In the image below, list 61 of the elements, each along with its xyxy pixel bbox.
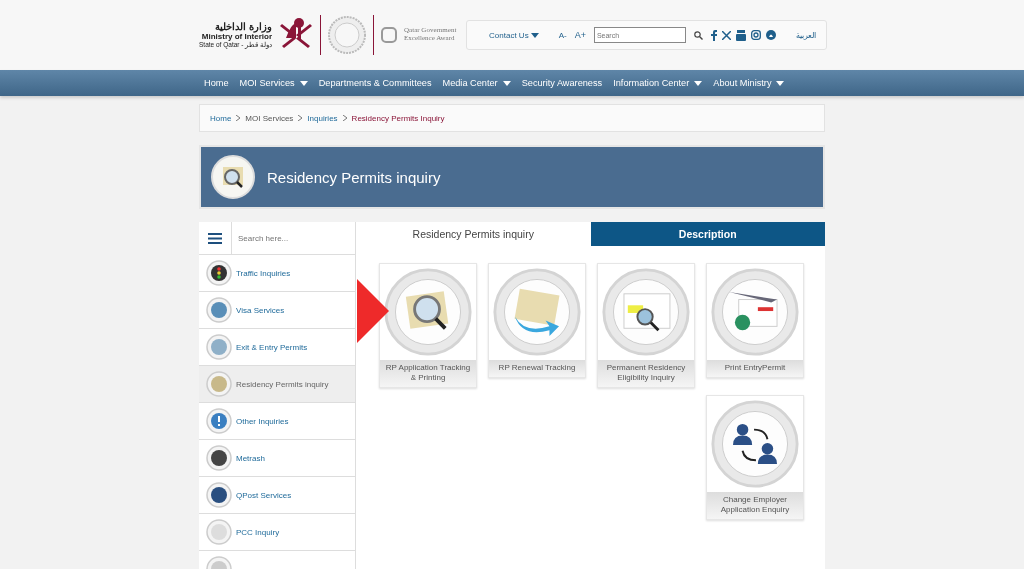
nav-link[interactable]: Information Center [613,78,703,88]
permit-plane-icon [710,267,800,357]
contact-link[interactable]: Contact Us [489,30,539,40]
font-decrease-button[interactable]: A- [558,30,567,40]
service-tile[interactable]: Print EntryPermit [706,263,804,378]
sidebar-item-label: Visa Services [236,305,285,315]
sidebar-item-label: QPost Services [236,490,292,500]
service-tile[interactable]: Change Employer Application Enquiry [706,395,804,520]
sidebar-item[interactable]: QPost Services [199,477,355,514]
sidebar-item[interactable]: Traffic Inquiries [199,255,355,292]
award-badge-icon [327,15,368,55]
nav-link[interactable]: Media Center [442,78,511,88]
sidebar-item-label: Exit & Entry Permits [236,342,308,352]
sidebar-item-label: Metrash [236,453,265,463]
nav-link[interactable]: Home [204,78,229,88]
sidebar-item-label: PCC Inquiry [236,527,280,537]
facebook-icon[interactable] [710,29,717,41]
service-label: Change Employer Application Enquiry [707,492,803,519]
service-tile[interactable]: Permanent Residency Eligibility Inquiry [597,263,695,388]
card-magnifier-icon [601,267,691,357]
traffic-light-icon [206,260,232,286]
x-icon[interactable] [721,30,731,40]
sidebar-item[interactable]: Metrash [199,440,355,477]
sidebar-item[interactable]: Visa Services [199,292,355,329]
search-icon[interactable] [693,30,703,40]
sidebar-item-label: Residency Permits inquiry [236,379,329,389]
service-label: RP Renewal Tracking [489,360,585,377]
sidebar-item-label: Other Inquiries [236,416,289,426]
logo-arabic-text: وزارة الداخلية [215,21,273,32]
logo-title: Ministry of Interior [201,32,273,41]
instagram-icon[interactable] [750,30,761,40]
nav-link[interactable]: About Ministry [713,78,785,88]
breadcrumb-link[interactable]: Home [210,113,232,123]
menu-icon[interactable] [208,232,222,244]
page-title: Residency Permits inquiry [267,168,441,186]
sidebar-item[interactable]: Residency Permits inquiry [199,366,355,403]
sidebar-item-label: Traffic Inquiries [236,268,291,278]
nav-link[interactable]: MOI Services [239,78,308,88]
nav-link[interactable]: Departments & Committees [318,78,432,88]
magnifier-documents-icon [383,267,473,357]
service-tile[interactable]: RP Application Tracking & Printing [379,263,477,388]
font-increase-button[interactable]: A+ [574,30,586,40]
tab[interactable]: Description [590,222,825,246]
sidebar-item[interactable]: PCC Inquiry [199,514,355,551]
caret-icon [530,32,539,38]
service-label: Print EntryPermit [707,360,803,377]
award-logo-icon [380,26,399,44]
chevron-icon [298,115,303,121]
service-label: RP Application Tracking & Printing [380,360,476,387]
service-tile[interactable]: RP Renewal Tracking [488,263,586,378]
users-exchange-icon [710,399,800,489]
sidebar-item[interactable]: Other Inquiries [199,403,355,440]
nav-link[interactable]: Security Awareness [521,78,603,88]
service-label: Permanent Residency Eligibility Inquiry [598,360,694,387]
breadcrumb-link[interactable]: Inquiries [307,113,338,123]
exclamation-icon [206,408,232,434]
breadcrumb-current: Residency Permits Inquiry [351,113,445,123]
breadcrumb-link[interactable]: MOI Services [245,113,294,123]
chevron-icon [236,115,241,121]
language-link[interactable]: العربية [795,30,816,40]
chevron-icon [342,115,347,121]
